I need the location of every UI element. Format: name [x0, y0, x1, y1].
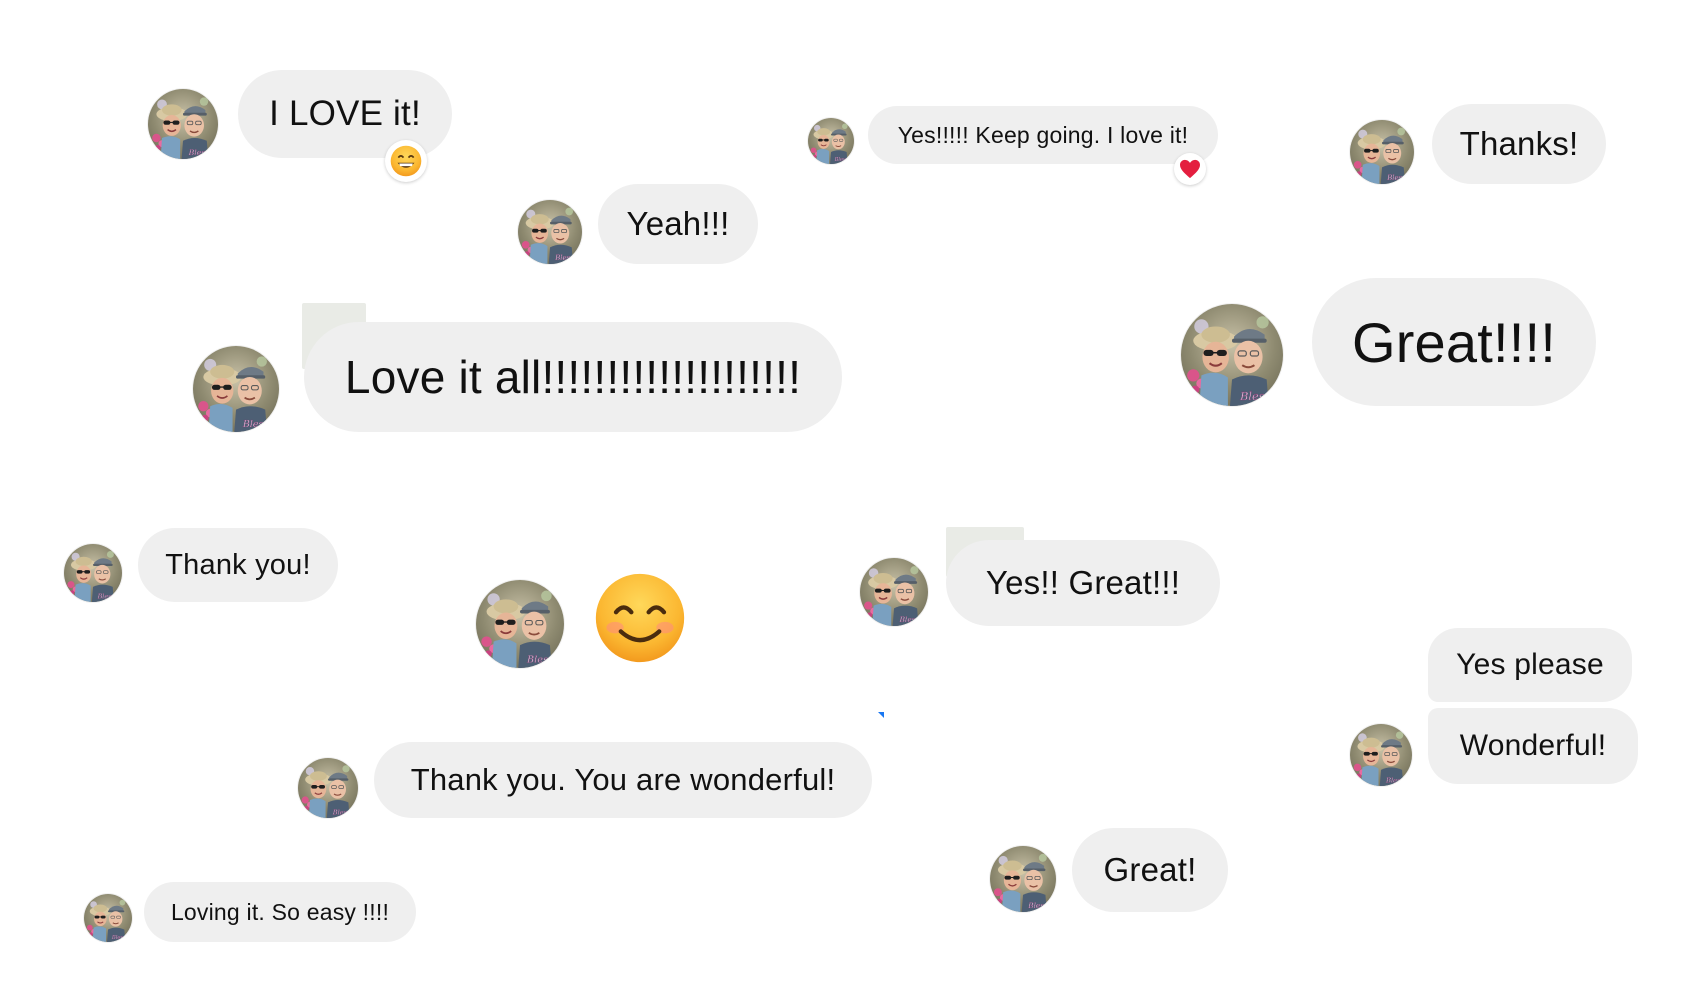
message-text: Thank you. You are wonderful!	[410, 762, 836, 797]
couple-selfie-avatar-icon	[860, 558, 928, 626]
message-text: Thank you!	[165, 548, 311, 581]
message-bubble[interactable]: Loving it. So easy !!!!	[144, 882, 416, 942]
couple-selfie-avatar-icon	[298, 758, 358, 818]
smiling-face-with-smiling-eyes-emoji-icon[interactable]	[592, 570, 688, 666]
message-bubble[interactable]: Yes!!!!! Keep going. I love it!	[868, 106, 1218, 164]
avatar	[84, 894, 132, 942]
avatar	[193, 346, 279, 432]
couple-selfie-avatar-icon	[84, 894, 132, 942]
message-bubble[interactable]: Wonderful!	[1428, 708, 1638, 784]
message-bubble[interactable]: Love it all!!!!!!!!!!!!!!!!!!!!	[304, 322, 842, 432]
message-text: Yes!! Great!!!	[985, 564, 1181, 601]
couple-selfie-avatar-icon	[990, 846, 1056, 912]
message-text: I LOVE it!	[269, 94, 421, 133]
avatar	[1350, 120, 1414, 184]
avatar	[1350, 724, 1412, 786]
message-text: Yes please	[1456, 648, 1604, 681]
couple-selfie-avatar-icon	[64, 544, 122, 602]
scroll-marker	[878, 712, 884, 718]
couple-selfie-avatar-icon	[148, 89, 218, 159]
message-bubble[interactable]: Yes!! Great!!!	[946, 540, 1220, 626]
avatar	[298, 758, 358, 818]
avatar	[518, 200, 582, 264]
message-text: Yeah!!!	[626, 205, 730, 242]
couple-selfie-avatar-icon	[193, 346, 279, 432]
grinning-face-emoji-icon	[390, 145, 422, 177]
avatar	[148, 89, 218, 159]
avatar	[64, 544, 122, 602]
couple-selfie-avatar-icon	[476, 580, 564, 668]
message-text: Yes!!!!! Keep going. I love it!	[897, 121, 1189, 148]
message-text: Wonderful!	[1459, 729, 1607, 762]
message-text: Thanks!	[1459, 125, 1579, 162]
message-bubble[interactable]: Yes please	[1428, 628, 1632, 702]
message-text: Love it all!!!!!!!!!!!!!!!!!!!!	[344, 351, 802, 403]
avatar	[990, 846, 1056, 912]
avatar	[1181, 304, 1283, 406]
couple-selfie-avatar-icon	[1350, 120, 1414, 184]
message-bubble[interactable]: Yeah!!!	[598, 184, 758, 264]
message-bubble[interactable]: Great!!!!	[1312, 278, 1596, 406]
avatar	[808, 118, 854, 164]
message-bubble[interactable]: Thank you!	[138, 528, 338, 602]
message-bubble[interactable]: Thank you. You are wonderful!	[374, 742, 872, 818]
message-bubble[interactable]: Great!	[1072, 828, 1228, 912]
avatar	[476, 580, 564, 668]
couple-selfie-avatar-icon	[808, 118, 854, 164]
message-text: Great!!!!	[1351, 310, 1557, 374]
couple-selfie-avatar-icon	[1350, 724, 1412, 786]
red-heart-reaction-icon[interactable]	[1174, 153, 1206, 185]
red-heart-emoji-icon	[1180, 159, 1200, 179]
couple-selfie-avatar-icon	[1181, 304, 1283, 406]
smiling-face-emoji-icon	[595, 573, 685, 663]
message-text: Great!	[1103, 851, 1197, 888]
grinning-face-reaction-icon[interactable]	[385, 140, 427, 182]
avatar	[860, 558, 928, 626]
message-text: Loving it. So easy !!!!	[170, 898, 390, 925]
message-bubble[interactable]: Thanks!	[1432, 104, 1606, 184]
couple-selfie-avatar-icon	[518, 200, 582, 264]
